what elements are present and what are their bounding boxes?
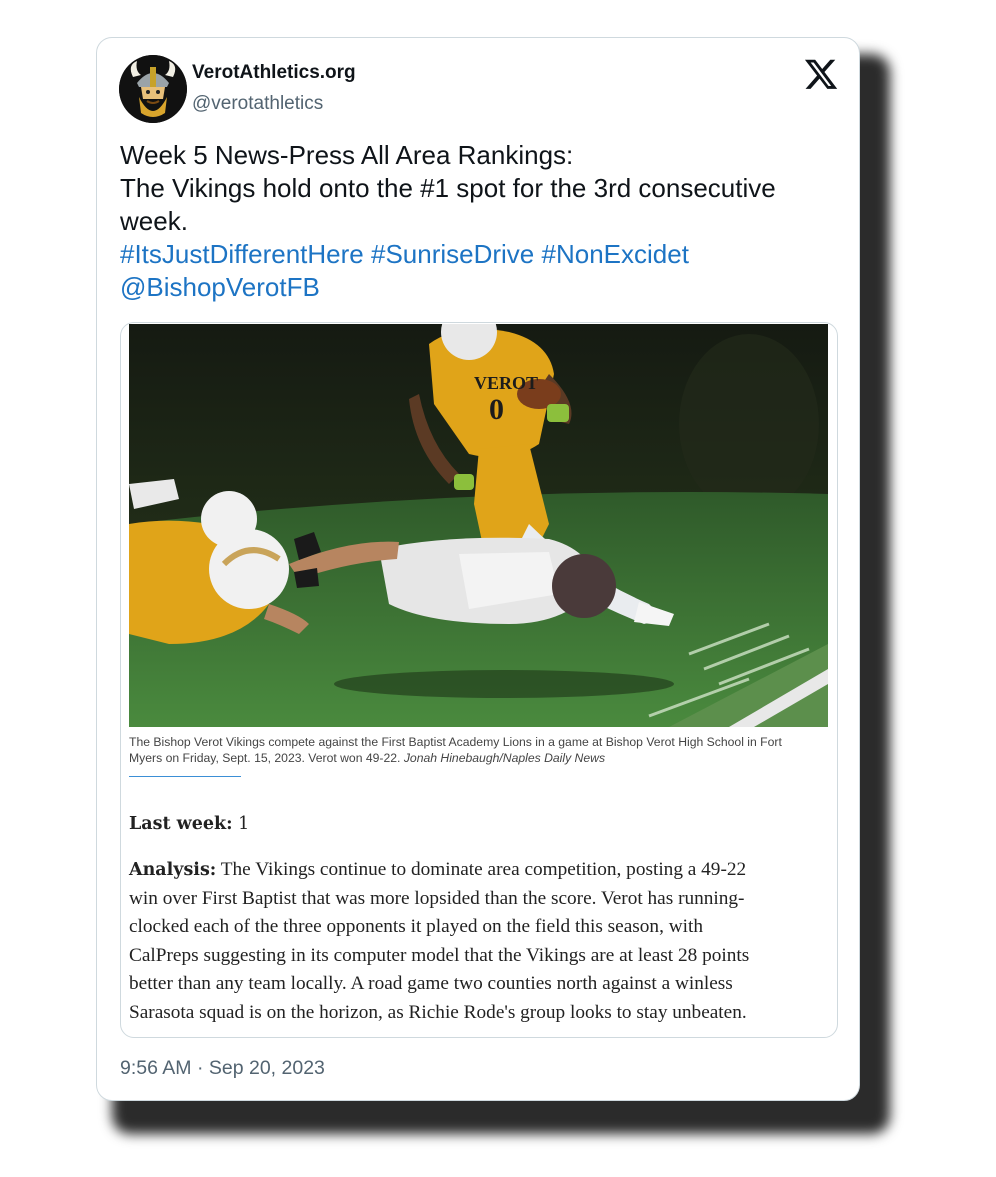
hashtag-its-just-different-here[interactable]: #ItsJustDifferentHere <box>120 239 364 269</box>
analysis-line-5: better than any team locally. A road gam… <box>129 973 733 995</box>
photo-caption: The Bishop Verot Vikings compete against… <box>129 734 819 766</box>
jersey-text: VEROT <box>474 373 538 393</box>
caption-divider <box>129 776 241 777</box>
analysis-line-1: Analysis: The Vikings continue to domina… <box>129 856 829 885</box>
photo-credit: Jonah Hinebaugh/Naples Daily News <box>403 751 606 765</box>
caption-line-2: Myers on Friday, Sept. 15, 2023. Verot w… <box>129 751 404 765</box>
tweet-line-2: The Vikings hold onto the #1 spot for th… <box>120 173 776 203</box>
analysis-line-3: clocked each of the three opponents it p… <box>129 916 703 938</box>
analysis-label: Analysis: <box>129 860 217 880</box>
viking-mascot-icon <box>119 55 187 123</box>
analysis-line-2: win over First Baptist that was more lop… <box>129 887 745 909</box>
analysis-line-6: Sarasota squad is on the horizon, as Ric… <box>129 1001 747 1023</box>
mention-row: @BishopVerotFB <box>120 271 840 304</box>
last-week: Last week: 1 <box>129 814 249 834</box>
jersey-number: 0 <box>489 393 504 426</box>
analysis-text-1: The Vikings continue to dominate area co… <box>216 859 747 880</box>
tweet-text: Week 5 News-Press All Area Rankings: The… <box>120 139 840 304</box>
football-photo: VEROT 0 <box>129 324 828 727</box>
x-logo-icon[interactable] <box>803 56 839 92</box>
last-week-value: 1 <box>238 814 250 834</box>
account-handle[interactable]: @verotathletics <box>192 93 323 115</box>
tweet-line-3: week. <box>120 206 188 236</box>
caption-line-1: The Bishop Verot Vikings compete against… <box>129 735 782 749</box>
hashtag-non-excidet[interactable]: #NonExcidet <box>542 239 689 269</box>
mention-bishop-verot-fb[interactable]: @BishopVerotFB <box>120 272 320 302</box>
last-week-label: Last week: <box>129 814 233 834</box>
tweet-line-1: Week 5 News-Press All Area Rankings: <box>120 140 574 170</box>
analysis-line-4: CalPreps suggesting in its computer mode… <box>129 944 750 966</box>
article-screenshot[interactable]: VEROT 0 The Bishop Verot Vikings compete… <box>120 322 838 1038</box>
hashtag-row: #ItsJustDifferentHere #SunriseDrive #Non… <box>120 238 840 271</box>
analysis-paragraph: Analysis: The Vikings continue to domina… <box>129 856 829 1028</box>
tweet-timestamp[interactable]: 9:56 AM · Sep 20, 2023 <box>120 1057 325 1080</box>
display-name[interactable]: VerotAthletics.org <box>192 62 356 84</box>
avatar[interactable] <box>119 55 187 123</box>
hashtag-sunrise-drive[interactable]: #SunriseDrive <box>371 239 534 269</box>
tweet-card: VerotAthletics.org @verotathletics Week … <box>96 37 860 1101</box>
